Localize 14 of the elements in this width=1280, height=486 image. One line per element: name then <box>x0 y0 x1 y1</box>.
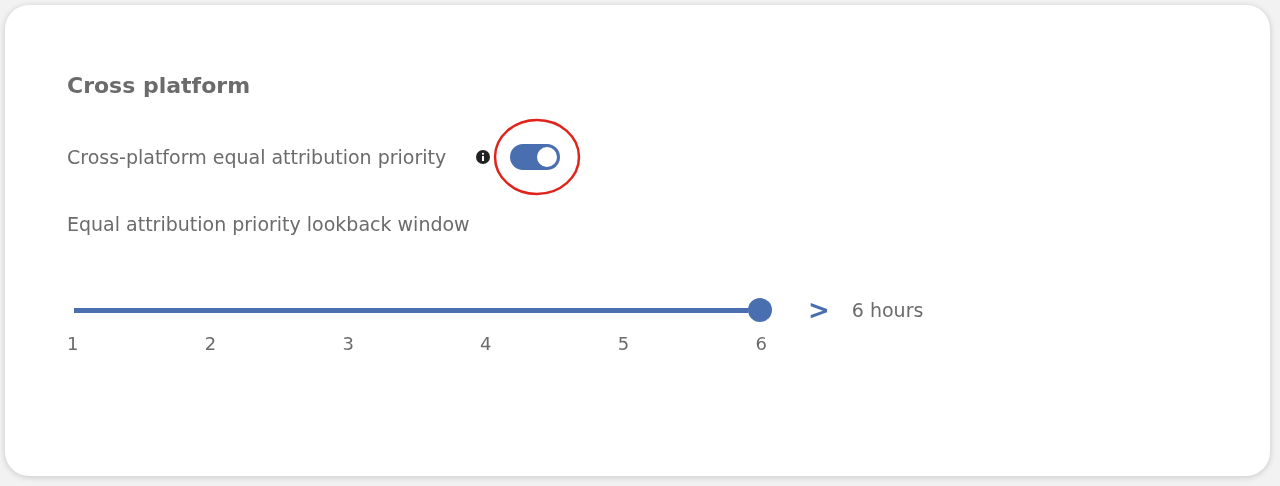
tick-label: 4 <box>480 333 492 354</box>
marker-text: > <box>808 295 830 325</box>
tick-label: 6 <box>755 333 767 354</box>
tick-label: 1 <box>67 333 79 354</box>
info-icon[interactable] <box>476 150 491 164</box>
setting-label: Cross-platform equal attribution priority <box>67 146 447 168</box>
slider-reading: 6 hours <box>851 299 924 321</box>
tick-label: 2 <box>204 333 217 354</box>
tick-label: 3 <box>342 333 354 354</box>
section-title: Cross platform <box>67 73 252 98</box>
slider-thumb[interactable] <box>748 298 772 322</box>
tick-label: 5 <box>617 333 630 354</box>
toggle-switch[interactable] <box>510 144 561 170</box>
setting-label: Equal attribution priority lookback window <box>67 213 471 235</box>
